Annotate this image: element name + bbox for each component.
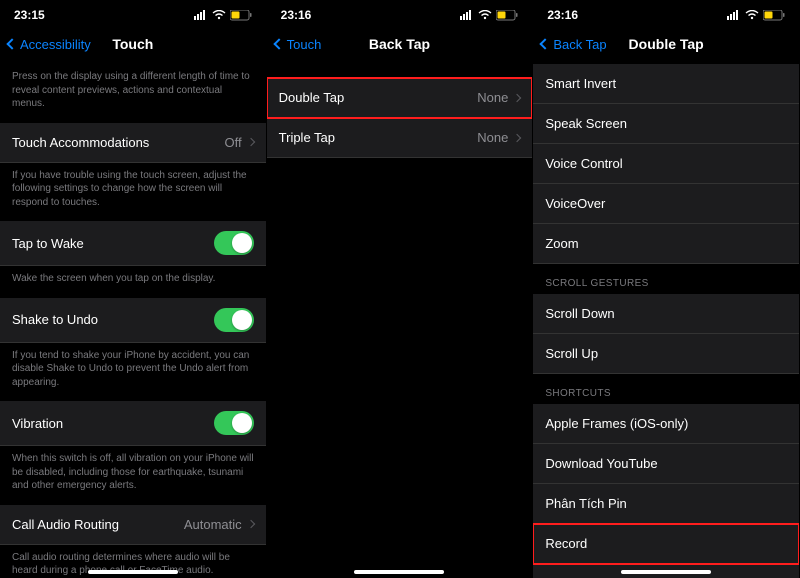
status-bar: 23:16 <box>267 0 533 24</box>
label: Shake to Undo <box>12 312 98 327</box>
status-right <box>460 10 518 21</box>
option-row[interactable]: Smart Invert <box>533 64 799 104</box>
back-label: Touch <box>287 37 322 52</box>
back-button[interactable]: Touch <box>267 37 322 52</box>
screen-double-tap: 23:16 Back Tap Double Tap Smart Invert Sp… <box>533 0 800 578</box>
status-right <box>727 10 785 21</box>
label: Scroll Up <box>545 346 598 361</box>
row-call-audio-routing[interactable]: Call Audio Routing Automatic <box>0 505 266 545</box>
wifi-icon <box>478 10 492 20</box>
status-time: 23:15 <box>14 8 45 22</box>
label: Touch Accommodations <box>12 135 149 150</box>
option-row[interactable]: Voice Control <box>533 144 799 184</box>
wifi-icon <box>212 10 226 20</box>
navbar: Back Tap Double Tap <box>533 24 799 64</box>
label: VoiceOver <box>545 196 605 211</box>
option-row[interactable]: Scroll Up <box>533 334 799 374</box>
label: Phân Tích Pin <box>545 496 626 511</box>
value: None <box>477 90 520 105</box>
status-time: 23:16 <box>281 8 312 22</box>
toggle-switch[interactable] <box>214 411 254 435</box>
option-row[interactable]: Record <box>533 524 799 564</box>
row-touch-accommodations[interactable]: Touch Accommodations Off <box>0 123 266 163</box>
label: Vibration <box>12 416 63 431</box>
content: Smart Invert Speak Screen Voice Control Voi… <box>533 64 799 578</box>
label: Record <box>545 536 587 551</box>
content: Press on the display using a different l… <box>0 64 266 578</box>
label: Apple Frames (iOS-only) <box>545 416 688 431</box>
desc-text: Press on the display using a different l… <box>0 64 266 123</box>
label: Tap to Wake <box>12 236 84 251</box>
status-bar: 23:15 <box>0 0 266 24</box>
label: Scroll Down <box>545 306 614 321</box>
screen-back-tap: 23:16 Touch Back Tap Double Tap None Tri… <box>267 0 534 578</box>
desc-text: If you tend to shake your iPhone by acci… <box>0 343 266 402</box>
value: Off <box>225 135 254 150</box>
section-header: SCROLL GESTURES <box>533 264 799 294</box>
status-time: 23:16 <box>547 8 578 22</box>
option-row[interactable]: Apple Frames (iOS-only) <box>533 404 799 444</box>
label: Speak Screen <box>545 116 627 131</box>
home-indicator <box>621 570 711 574</box>
signal-icon <box>194 10 208 20</box>
desc-text: Wake the screen when you tap on the disp… <box>0 266 266 298</box>
row-vibration[interactable]: Vibration <box>0 401 266 446</box>
home-indicator <box>88 570 178 574</box>
label: Smart Invert <box>545 76 616 91</box>
value: None <box>477 130 520 145</box>
back-button[interactable]: Accessibility <box>0 37 91 52</box>
row-shake-to-undo[interactable]: Shake to Undo <box>0 298 266 343</box>
desc-text: When this switch is off, all vibration o… <box>0 446 266 505</box>
label: Double Tap <box>279 90 345 105</box>
back-label: Accessibility <box>20 37 91 52</box>
desc-text: If you have trouble using the touch scre… <box>0 163 266 222</box>
chevron-right-icon <box>246 520 254 528</box>
home-indicator <box>354 570 444 574</box>
label: Zoom <box>545 236 578 251</box>
option-row[interactable]: VoiceOver <box>533 184 799 224</box>
screen-touch: 23:15 Accessibility Touch Press on the d… <box>0 0 267 578</box>
label: Voice Control <box>545 156 622 171</box>
option-row[interactable]: Speak Screen <box>533 104 799 144</box>
back-button[interactable]: Back Tap <box>533 37 606 52</box>
chevron-left-icon <box>540 38 551 49</box>
battery-icon <box>230 10 252 21</box>
status-right <box>194 10 252 21</box>
chevron-right-icon <box>513 133 521 141</box>
row-double-tap[interactable]: Double Tap None <box>267 78 533 118</box>
wifi-icon <box>745 10 759 20</box>
chevron-right-icon <box>246 138 254 146</box>
label: Download YouTube <box>545 456 657 471</box>
row-tap-to-wake[interactable]: Tap to Wake <box>0 221 266 266</box>
option-row[interactable]: Scroll Down <box>533 294 799 334</box>
navbar: Touch Back Tap <box>267 24 533 64</box>
status-bar: 23:16 <box>533 0 799 24</box>
toggle-switch[interactable] <box>214 231 254 255</box>
chevron-right-icon <box>513 93 521 101</box>
label: Call Audio Routing <box>12 517 119 532</box>
signal-icon <box>727 10 741 20</box>
section-header: SHORTCUTS <box>533 374 799 404</box>
row-triple-tap[interactable]: Triple Tap None <box>267 118 533 158</box>
option-row[interactable]: Zoom <box>533 224 799 264</box>
navbar: Accessibility Touch <box>0 24 266 64</box>
battery-icon <box>496 10 518 21</box>
toggle-switch[interactable] <box>214 308 254 332</box>
chevron-left-icon <box>6 38 17 49</box>
battery-icon <box>763 10 785 21</box>
chevron-left-icon <box>273 38 284 49</box>
value: Automatic <box>184 517 254 532</box>
signal-icon <box>460 10 474 20</box>
option-row[interactable]: Download YouTube <box>533 444 799 484</box>
back-label: Back Tap <box>553 37 606 52</box>
label: Triple Tap <box>279 130 335 145</box>
option-row[interactable]: Phân Tích Pin <box>533 484 799 524</box>
